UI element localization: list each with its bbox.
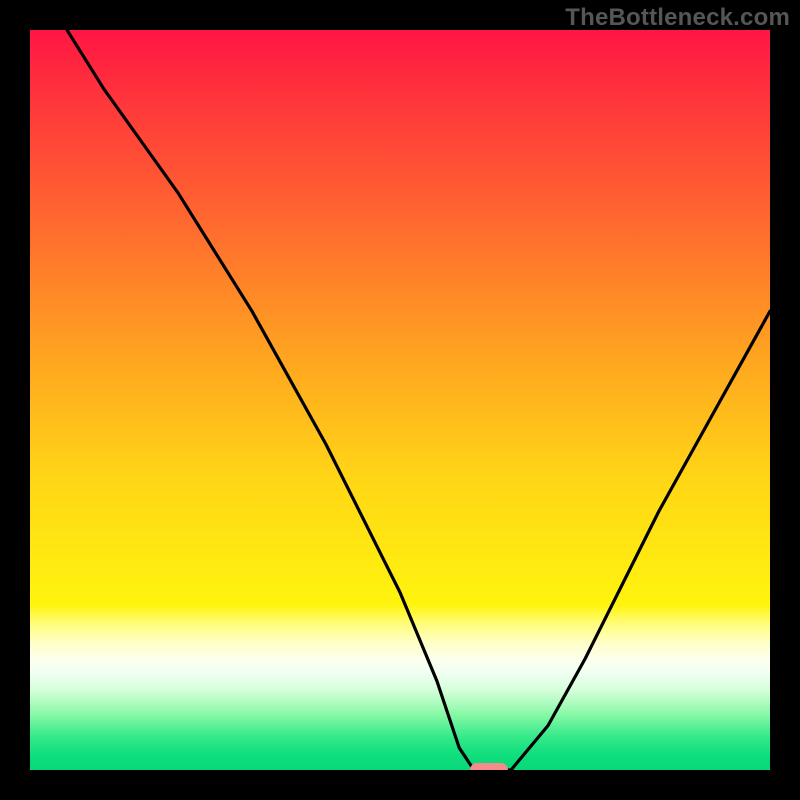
watermark-text: TheBottleneck.com bbox=[565, 4, 790, 32]
plot-area bbox=[30, 30, 770, 770]
optimal-marker bbox=[470, 763, 508, 770]
chart-frame: TheBottleneck.com bbox=[0, 0, 800, 800]
bottleneck-curve bbox=[30, 30, 770, 770]
